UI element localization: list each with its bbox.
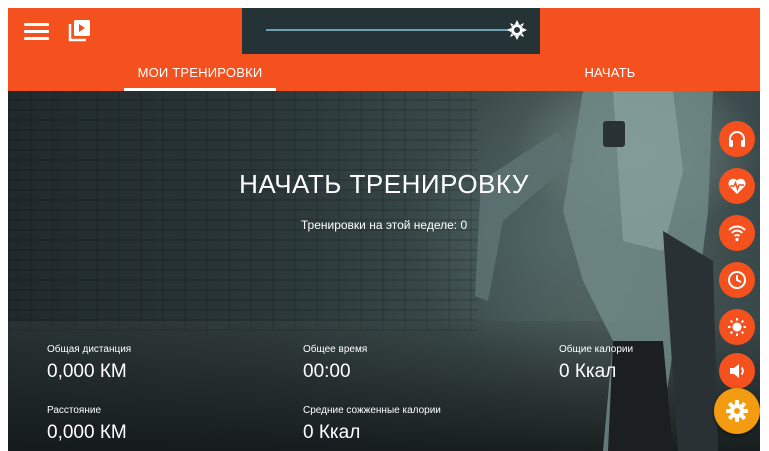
brightness-panel — [242, 8, 540, 54]
stat-total-calories: Общие калории 0 Ккал — [559, 344, 633, 383]
brightness-button[interactable] — [719, 309, 755, 345]
brick-wall-background — [8, 91, 478, 331]
stat-value: 0,000 КМ — [47, 422, 127, 443]
stat-value: 0 Ккал — [559, 361, 617, 382]
stat-total-time: Общее время 00:00 — [303, 344, 367, 383]
hamburger-menu-icon[interactable] — [24, 21, 49, 41]
heart-rate-button[interactable] — [719, 168, 755, 204]
clock-icon — [728, 271, 746, 289]
stat-avg-calories: Средние сожженные калории 0 Ккал — [303, 405, 441, 444]
stat-value: 0 Ккал — [303, 422, 361, 443]
brightness-icon[interactable] — [507, 20, 527, 40]
hero-title[interactable]: НАЧАТЬ ТРЕНИРОВКУ — [8, 169, 760, 200]
volume-button[interactable] — [719, 353, 755, 389]
runner-photo — [475, 91, 718, 451]
tab-start[interactable]: НАЧАТЬ — [518, 65, 702, 80]
stat-label: Общая дистанция — [47, 344, 132, 355]
headphones-button[interactable] — [719, 121, 755, 157]
stat-label: Средние сожженные калории — [303, 405, 441, 416]
volume-icon — [730, 364, 744, 378]
stat-total-distance: Общая дистанция 0,000 КМ — [47, 344, 131, 383]
stat-label: Общее время — [303, 344, 368, 355]
timer-button[interactable] — [719, 262, 755, 298]
stat-label: Общие калории — [559, 344, 634, 355]
app-window: МОИ ТРЕНИРОВКИ НАЧАТЬ НАЧАТЬ ТРЕНИРОВКУ … — [8, 8, 760, 451]
stat-distance: Расстояние 0,000 КМ — [47, 405, 127, 444]
stat-value: 0,000 КМ — [47, 361, 127, 382]
headphones-icon — [729, 131, 745, 147]
wifi-icon — [728, 225, 746, 242]
tab-my-workouts[interactable]: МОИ ТРЕНИРОВКИ — [124, 65, 276, 80]
wifi-button[interactable] — [719, 215, 755, 251]
weekly-workouts-text: Тренировки на этой неделе: 0 — [300, 218, 468, 232]
settings-button[interactable] — [714, 388, 760, 434]
heart-rate-icon — [728, 178, 746, 194]
video-playlist-icon[interactable] — [68, 18, 92, 42]
hero-section: НАЧАТЬ ТРЕНИРОВКУ Тренировки на этой нед… — [8, 91, 760, 451]
stat-label: Расстояние — [47, 405, 102, 416]
top-bar: МОИ ТРЕНИРОВКИ НАЧАТЬ — [8, 8, 760, 91]
settings-gear-icon — [726, 400, 748, 422]
brightness-slider-track[interactable] — [266, 29, 520, 31]
stat-value: 00:00 — [303, 361, 351, 382]
brightness-icon — [728, 318, 746, 336]
